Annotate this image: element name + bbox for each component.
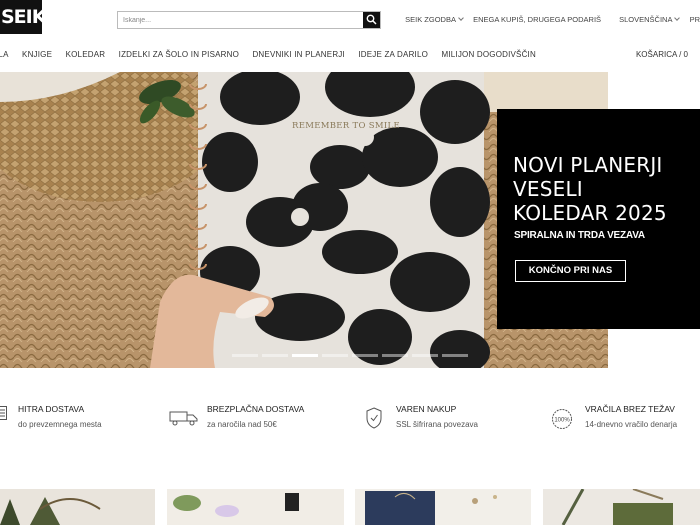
features-bar: HITRA DOSTAVA do prevzemnega mesta BREZP… [0,395,700,440]
slider-dot[interactable] [382,354,408,357]
plant-image [0,497,101,525]
feature-title: VRAČILA BREZ TEŽAV [585,404,675,414]
product-thumb[interactable] [167,489,344,525]
search-input[interactable] [118,12,363,28]
nav-item-school-office[interactable]: IZDELKI ZA ŠOLO IN PISARNO [119,50,239,59]
truck-icon [169,411,198,426]
promo-title: NOVI PLANERJI VESELI KOLEDAR 2025 [513,153,667,225]
top-link-story[interactable]: SEIK ZGODBA [397,15,464,24]
promo-panel: NOVI PLANERJI VESELI KOLEDAR 2025 SPIRAL… [497,109,700,329]
nav-item-adventures[interactable]: MILIJON DOGODIVŠČIN [441,50,535,59]
top-links: SEIK ZGODBA ENEGA KUPIŠ, DRUGEGA PODARIŠ… [389,15,700,24]
nav-item-calendar[interactable]: KOLEDAR [66,50,106,59]
list-icon [0,406,7,420]
notebook-image [365,491,497,525]
product-thumb[interactable] [355,489,531,525]
slider-dot[interactable] [262,354,288,357]
feature-title: HITRA DOSTAVA [18,404,85,414]
slider-dot[interactable] [352,354,378,357]
slider-dot[interactable] [292,354,318,357]
promo-subtitle: SPIRALNA IN TRDA VEZAVA [514,230,645,241]
top-link-more[interactable]: PR [690,15,700,24]
guarantee-percent: 100% [554,418,570,424]
slider-dot[interactable] [412,354,438,357]
slider-dot[interactable] [442,354,468,357]
feature-title: BREZPLAČNA DOSTAVA [207,404,305,414]
feature-subtitle: 14-dnevno vračilo denarja [585,420,678,429]
main-nav: ILA KNJIGE KOLEDAR IZDELKI ZA ŠOLO IN PI… [0,50,547,59]
language-selector[interactable]: SLOVENŠČINA [611,15,681,24]
notebook-cover-text: REMEMBER TO SMILE [292,121,400,131]
gift-image [173,493,299,517]
chevron-down-icon [674,15,681,21]
nav-item-planners[interactable]: DNEVNIKI IN PLANERJI [252,50,344,59]
search-button[interactable] [363,12,380,28]
feature-subtitle: SSL šifrirana povezava [396,420,478,429]
promo-cta-button[interactable]: KONČNO PRI NAS [515,260,626,282]
logo[interactable]: SEIK [0,0,42,34]
nav-item-gift-ideas[interactable]: IDEJE ZA DARILO [358,50,428,59]
product-thumb[interactable] [0,489,155,525]
guarantee-icon: 100% [552,409,572,429]
search-icon [366,14,377,25]
feature-subtitle: do prevzemnega mesta [18,420,102,429]
nav-item-1[interactable]: ILA [0,50,9,59]
slider-dot[interactable] [322,354,348,357]
slider-dot[interactable] [232,354,258,357]
top-link-gift[interactable]: ENEGA KUPIŠ, DRUGEGA PODARIŠ [473,15,601,24]
decor-image [561,489,673,525]
nav-item-books[interactable]: KNJIGE [22,50,52,59]
chevron-down-icon [458,15,464,21]
feature-title: VAREN NAKUP [396,404,457,414]
search-box [117,11,381,29]
product-thumb[interactable] [543,489,700,525]
top-bar: SEIK SEIK ZGODBA ENEGA KUPIŠ, DRUGEGA PO… [0,0,700,40]
cart-link[interactable]: KOŠARICA / 0 [636,50,688,59]
feature-subtitle: za naročila nad 50€ [207,420,277,429]
shield-icon [366,407,382,429]
